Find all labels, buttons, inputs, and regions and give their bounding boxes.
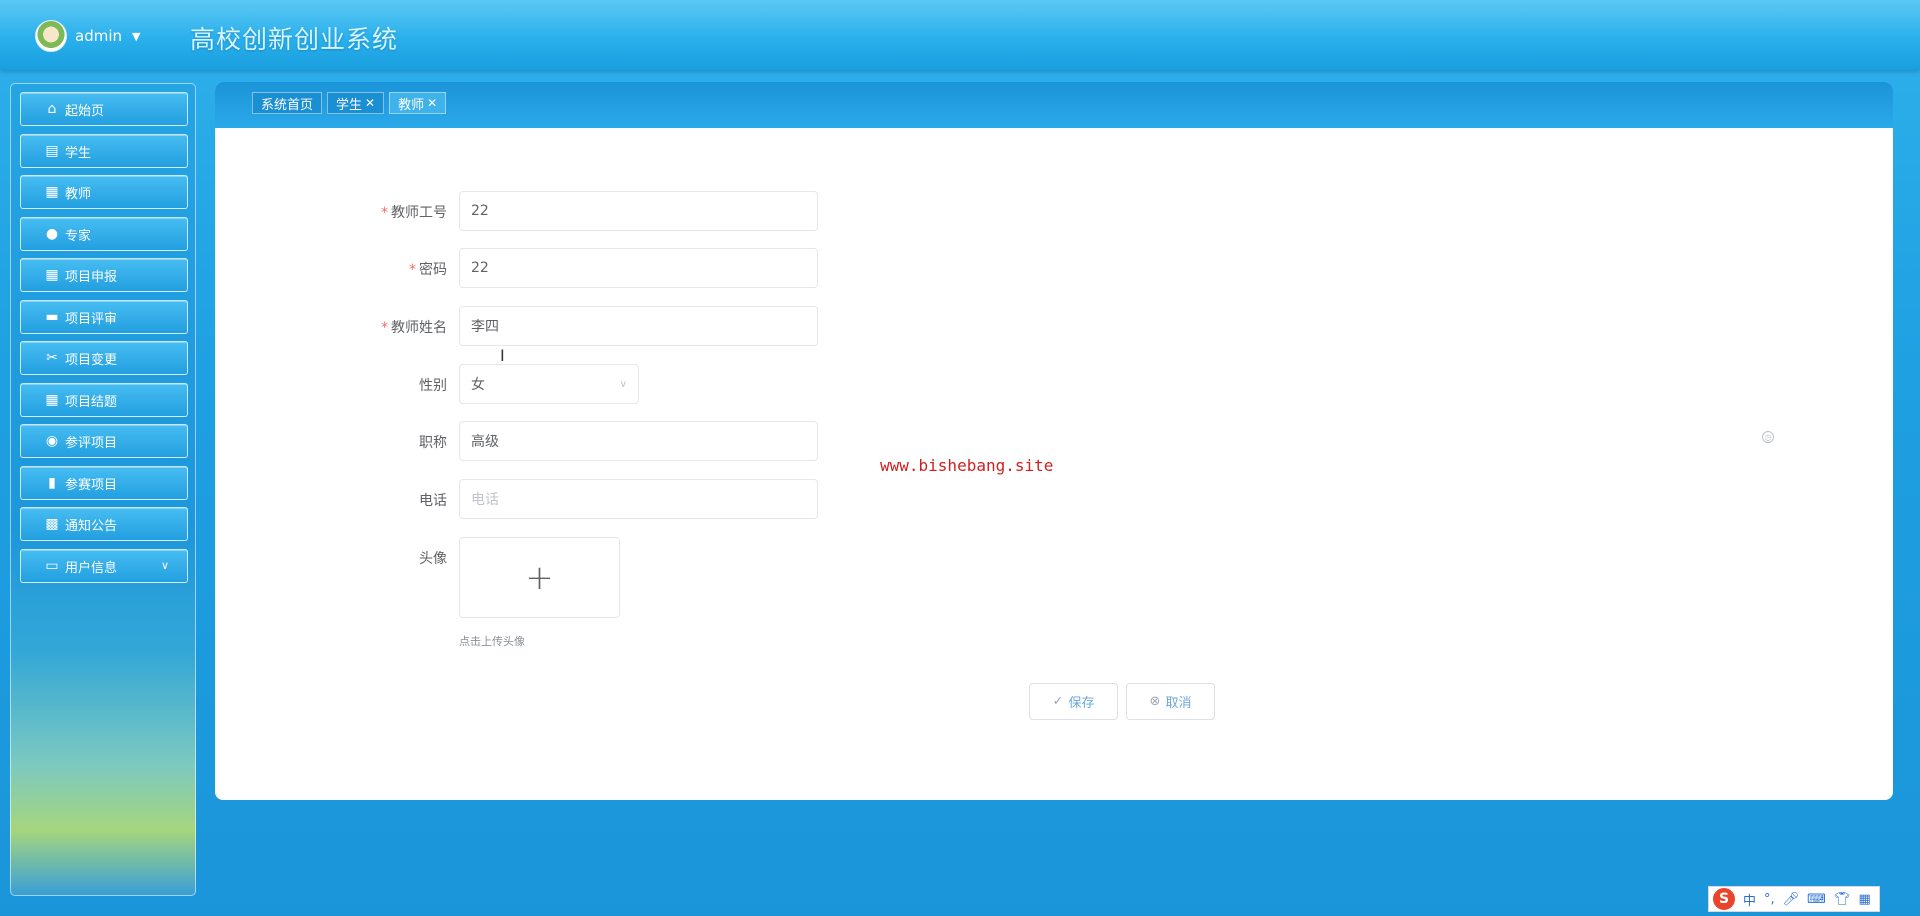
form-row-phone: 电话 电话 bbox=[215, 479, 1115, 519]
user-menu[interactable]: admin ▼ bbox=[35, 20, 140, 52]
form-row-teacher-id: * 教师工号 22 bbox=[215, 191, 1115, 231]
form-row-avatar: 头像 + 点击上传头像 bbox=[215, 537, 1115, 667]
gender-label: 性别 bbox=[419, 378, 447, 394]
tab-student[interactable]: 学生 ✕ bbox=[327, 92, 385, 114]
briefcase-icon: ▬ bbox=[45, 309, 59, 325]
avatar-label: 头像 bbox=[419, 551, 447, 567]
home-icon: ⌂ bbox=[47, 101, 57, 117]
sidebar-item-home[interactable]: ⌂ 起始页 bbox=[20, 92, 188, 126]
sidebar-item-label: 参评项目 bbox=[65, 435, 118, 451]
tab-home[interactable]: 系统首页 bbox=[252, 92, 323, 114]
sidebar-item-label: 专家 bbox=[65, 228, 92, 244]
teacher-name-label: 教师姓名 bbox=[391, 320, 447, 336]
keyboard-icon[interactable]: ⌨ bbox=[1807, 892, 1826, 907]
apps-icon[interactable]: ▦ bbox=[1858, 892, 1870, 907]
ticket-icon: ✂ bbox=[46, 350, 58, 366]
sidebar-item-label: 用户信息 bbox=[65, 560, 118, 576]
sidebar-item-project-apply[interactable]: ▦ 项目申报 bbox=[20, 258, 188, 292]
form-row-gender: 性别 女 ∨ bbox=[215, 364, 1115, 404]
sidebar-item-expert[interactable]: ● 专家 bbox=[20, 217, 188, 251]
watermark: www.bishebang.site bbox=[880, 456, 1054, 475]
clock-icon: ◷ bbox=[1762, 431, 1774, 443]
chevron-down-icon: ∨ bbox=[619, 378, 627, 390]
plus-icon: + bbox=[525, 557, 554, 598]
content-panel: 系统首页 学生 ✕ 教师 ✕ * 教师工号 22 * 密码 22 * 教师姓名 李四 … bbox=[215, 82, 1893, 800]
skin-icon[interactable]: 👕︎ bbox=[1834, 892, 1851, 907]
password-input[interactable]: 22 bbox=[459, 248, 818, 288]
user-icon: ● bbox=[45, 226, 59, 242]
close-icon[interactable]: ✕ bbox=[365, 96, 375, 110]
sidebar-item-teacher[interactable]: ▦ 教师 bbox=[20, 175, 188, 209]
grid-icon: ▦ bbox=[45, 392, 59, 408]
sidebar-item-project-review[interactable]: ▬ 项目评审 bbox=[20, 300, 188, 334]
check-circle-icon: ✓ bbox=[1052, 694, 1064, 709]
top-header: admin ▼ 高校创新创业系统 bbox=[0, 0, 1920, 70]
bar-chart-icon: ▮ bbox=[48, 475, 56, 491]
avatar bbox=[35, 20, 67, 52]
sidebar-item-label: 通知公告 bbox=[65, 518, 118, 534]
sidebar-item-project-change[interactable]: ✂ 项目变更 bbox=[20, 341, 188, 375]
title-input[interactable]: 高级 bbox=[459, 421, 818, 461]
form-row-title: 职称 高级 bbox=[215, 421, 1115, 461]
save-label: 保存 bbox=[1068, 696, 1095, 711]
sidebar-item-competition-projects[interactable]: ▮ 参赛项目 bbox=[20, 466, 188, 500]
sidebar-item-evaluated-projects[interactable]: ◉ 参评项目 bbox=[20, 424, 188, 458]
sidebar-item-label: 项目变更 bbox=[65, 352, 118, 368]
sidebar-item-label: 项目评审 bbox=[65, 311, 118, 327]
sidebar-item-project-closure[interactable]: ▦ 项目结题 bbox=[20, 383, 188, 417]
caret-down-icon: ▼ bbox=[132, 29, 141, 43]
chevron-down-icon: ∨ bbox=[160, 559, 169, 572]
sogou-logo-icon: S bbox=[1713, 888, 1735, 910]
save-button[interactable]: ✓ 保存 bbox=[1029, 683, 1118, 720]
grid-icon: ▦ bbox=[45, 184, 59, 200]
tab-bar: 系统首页 学生 ✕ 教师 ✕ bbox=[215, 82, 1893, 128]
table-icon: ▩ bbox=[45, 516, 59, 532]
required-mark: * bbox=[409, 262, 416, 278]
sidebar-item-label: 学生 bbox=[65, 145, 92, 161]
title-label: 职称 bbox=[419, 435, 447, 451]
tab-label: 教师 bbox=[398, 97, 425, 113]
sidebar-item-label: 参赛项目 bbox=[65, 477, 118, 493]
form-row-teacher-name: * 教师姓名 李四 bbox=[215, 306, 1115, 346]
gender-value: 女 bbox=[471, 377, 485, 393]
cancel-label: 取消 bbox=[1165, 696, 1192, 711]
password-label: 密码 bbox=[419, 262, 447, 278]
sidebar-item-notices[interactable]: ▩ 通知公告 bbox=[20, 507, 188, 541]
upload-tip: 点击上传头像 bbox=[459, 635, 525, 648]
tab-label: 系统首页 bbox=[261, 97, 314, 113]
tab-teacher[interactable]: 教师 ✕ bbox=[389, 92, 447, 114]
sidebar-item-user-info[interactable]: ▭ 用户信息 ∨ bbox=[20, 549, 188, 583]
cancel-button[interactable]: ⊗ 取消 bbox=[1126, 683, 1215, 720]
form-row-password: * 密码 22 bbox=[215, 248, 1115, 288]
sidebar-item-label: 起始页 bbox=[65, 103, 105, 119]
gender-select[interactable]: 女 ∨ bbox=[459, 364, 639, 404]
lightbulb-icon: ◉ bbox=[45, 433, 59, 449]
avatar-upload[interactable]: + bbox=[459, 537, 620, 618]
punctuation-icon[interactable]: °, bbox=[1764, 892, 1775, 907]
teacher-name-input[interactable]: 李四 bbox=[459, 306, 818, 346]
required-mark: * bbox=[381, 205, 388, 221]
close-circle-icon: ⊗ bbox=[1149, 694, 1161, 709]
teacher-id-input[interactable]: 22 bbox=[459, 191, 818, 231]
phone-input[interactable]: 电话 bbox=[459, 479, 818, 519]
sidebar-item-label: 项目结题 bbox=[65, 394, 118, 410]
chat-icon: ▤ bbox=[45, 143, 59, 159]
text-cursor-icon: I bbox=[500, 346, 505, 365]
phone-label: 电话 bbox=[419, 493, 447, 509]
grid-icon: ▦ bbox=[45, 267, 59, 283]
app-title: 高校创新创业系统 bbox=[190, 25, 399, 54]
user-name: admin bbox=[75, 27, 122, 45]
sidebar-item-label: 项目申报 bbox=[65, 269, 118, 285]
close-icon[interactable]: ✕ bbox=[427, 96, 437, 110]
sidebar-item-student[interactable]: ▤ 学生 bbox=[20, 134, 188, 168]
card-icon: ▭ bbox=[45, 558, 59, 574]
ime-mode[interactable]: 中 bbox=[1743, 890, 1756, 909]
sidebar: ⌂ 起始页 ▤ 学生 ▦ 教师 ● 专家 ▦ 项目申报 ▬ 项目评审 ✂ 项目变… bbox=[10, 83, 196, 896]
required-mark: * bbox=[381, 320, 388, 336]
ime-toolbar[interactable]: S 中 °, 🎤︎ ⌨ 👕︎ ▦ bbox=[1708, 886, 1880, 912]
sidebar-item-label: 教师 bbox=[65, 186, 92, 202]
tab-label: 学生 bbox=[336, 97, 363, 113]
microphone-icon[interactable]: 🎤︎ bbox=[1783, 892, 1800, 907]
teacher-id-label: 教师工号 bbox=[391, 205, 447, 221]
